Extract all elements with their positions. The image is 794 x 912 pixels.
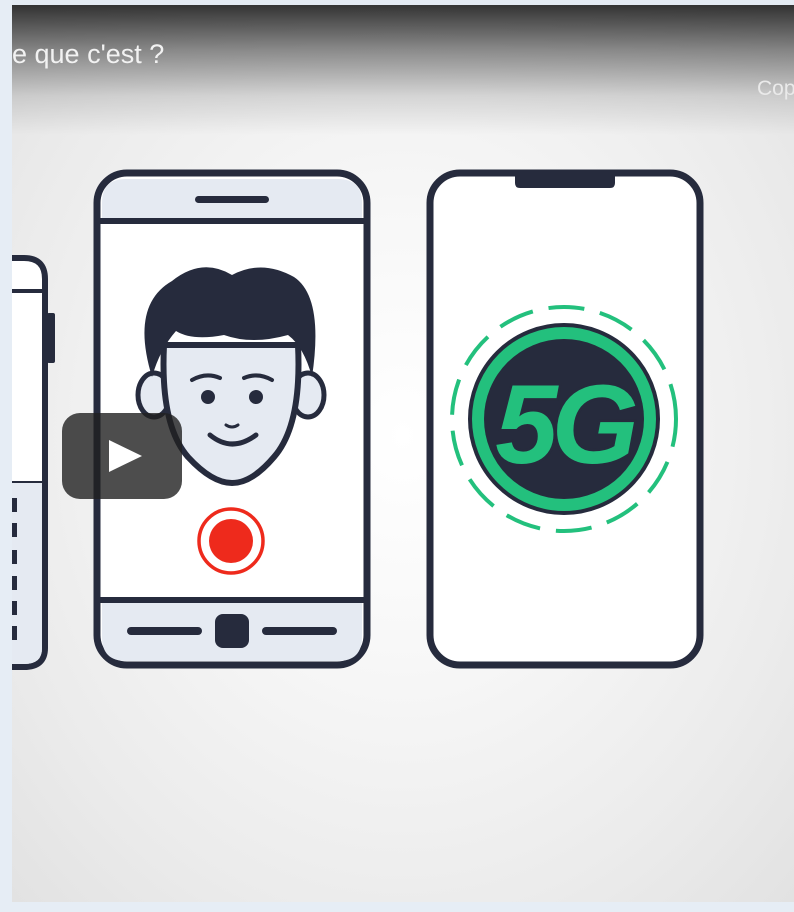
page: 5G e que c'est ? Cop <box>0 0 794 912</box>
title-overlay-gradient <box>12 5 794 135</box>
copy-link-button[interactable]: Cop <box>757 77 794 101</box>
5g-phone-illustration: 5G <box>426 169 704 669</box>
video-title[interactable]: e que c'est ? <box>12 39 164 70</box>
5g-label: 5G <box>495 362 635 487</box>
left-phone-illustration <box>12 255 55 670</box>
left-page-margin <box>0 0 12 912</box>
bottom-page-margin <box>0 902 794 912</box>
play-icon <box>109 440 142 472</box>
video-player[interactable]: 5G e que c'est ? Cop <box>12 5 794 902</box>
record-icon <box>197 507 265 575</box>
play-button[interactable] <box>62 413 182 499</box>
